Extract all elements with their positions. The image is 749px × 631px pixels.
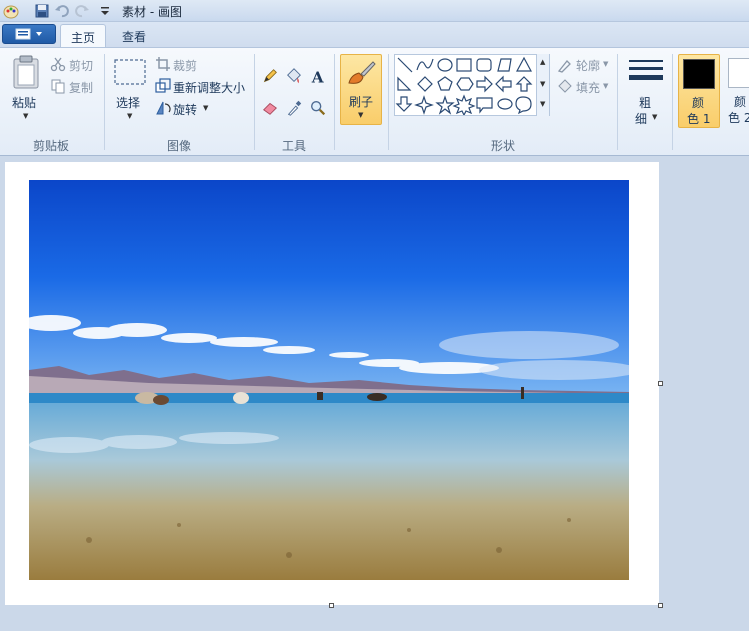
resize-handle-right[interactable] [658,381,663,386]
window-title: 素材 - 画图 [122,5,182,19]
crop-icon [156,57,170,71]
paste-dropdown-icon[interactable]: ▼ [23,112,28,120]
color1-button[interactable]: 颜 色 1 [678,54,720,128]
separator [388,54,389,150]
rotate-dropdown-icon[interactable]: ▼ [203,104,208,112]
pencil-icon[interactable] [260,66,280,86]
text-icon[interactable]: A [308,66,328,86]
shapes-gallery-scroll[interactable]: ▲ ▼ ▼ [536,54,549,116]
size-dropdown-icon: ▼ [652,113,658,121]
brushes-button[interactable]: 刷子 ▼ [340,54,382,125]
separator [334,54,335,150]
landscape-image[interactable] [29,180,629,580]
select-button[interactable]: 选择 [116,94,140,111]
shapes-gallery[interactable] [394,54,550,116]
cut-button[interactable]: 剪切 [69,57,93,74]
color1-swatch [683,59,715,89]
separator [254,54,255,150]
brushes-label: 刷子 [349,95,374,109]
paste-button[interactable]: 粘贴 [12,94,36,111]
color2-swatch [728,58,749,88]
resize-icon [155,78,171,93]
color2-button[interactable]: 颜 色 2 [724,54,749,128]
gallery-up-icon[interactable]: ▲ [540,58,545,66]
customize-toolbar-icon[interactable] [96,2,114,20]
select-dropdown-icon[interactable]: ▼ [127,112,132,120]
separator [104,54,105,150]
fill-icon [558,79,572,93]
image-group-label: 图像 [167,139,192,153]
outline-button[interactable]: 轮廓 [576,57,600,74]
resize-button[interactable]: 重新调整大小 [173,79,245,96]
fill-button[interactable]: 填充 [576,79,600,96]
eraser-icon[interactable] [260,98,280,118]
outline-icon [557,60,571,73]
clipboard-group-label: 剪贴板 [33,139,70,153]
resize-handle-bottom[interactable] [329,603,334,608]
shapes-gallery-icons [395,56,533,115]
paste-icon[interactable] [11,54,41,90]
color-picker-icon[interactable] [284,98,304,118]
separator [672,54,673,150]
color1-label-line1: 颜 [692,96,705,110]
color2-label-line2: 色 2 [728,111,749,125]
separator [617,54,618,150]
line-size-icon [629,60,663,80]
save-icon[interactable] [33,2,51,20]
fill-dropdown-icon[interactable]: ▼ [603,82,608,90]
rotate-icon [156,101,171,115]
undo-icon[interactable] [53,2,71,20]
copy-button[interactable]: 复制 [69,79,93,96]
paint-app-icon[interactable] [2,2,20,20]
copy-icon [51,79,65,94]
brush-icon [348,61,376,84]
brushes-dropdown-icon: ▼ [358,111,364,119]
gallery-down-icon[interactable]: ▼ [540,80,545,88]
resize-handle-corner[interactable] [658,603,663,608]
redo-icon[interactable] [73,2,91,20]
rotate-button[interactable]: 旋转 [173,101,197,118]
color2-label-line1: 颜 [734,95,747,109]
title-bar: 素材 - 画图 [0,0,749,22]
outline-dropdown-icon[interactable]: ▼ [603,60,608,68]
ribbon: 粘贴 ▼ 剪切 复制 剪贴板 选择 ▼ 裁剪 重新调整大小 旋转 ▼ 图像 A … [0,47,749,156]
gallery-expand-icon[interactable]: ▼ [540,100,545,108]
size-label-line2: 细 [635,112,648,126]
tab-home[interactable]: 主页 [60,24,106,48]
select-icon[interactable] [113,58,147,88]
color1-label-line2: 色 1 [687,112,711,126]
app-menu-button[interactable] [2,24,56,44]
app-menu-icon [15,28,42,40]
tab-view[interactable]: 查看 [112,24,156,48]
workspace[interactable] [0,157,749,631]
tools-group-label: 工具 [282,139,307,153]
shapes-group-label: 形状 [491,139,516,153]
fill-bucket-icon[interactable] [284,66,304,86]
canvas[interactable] [5,162,659,605]
crop-button[interactable]: 裁剪 [173,57,197,74]
size-label-line1: 粗 [639,96,652,110]
size-button[interactable]: 粗 细 ▼ [624,54,668,130]
cut-icon [50,57,66,72]
svg-text:A: A [311,68,325,86]
magnifier-icon[interactable] [308,98,328,118]
